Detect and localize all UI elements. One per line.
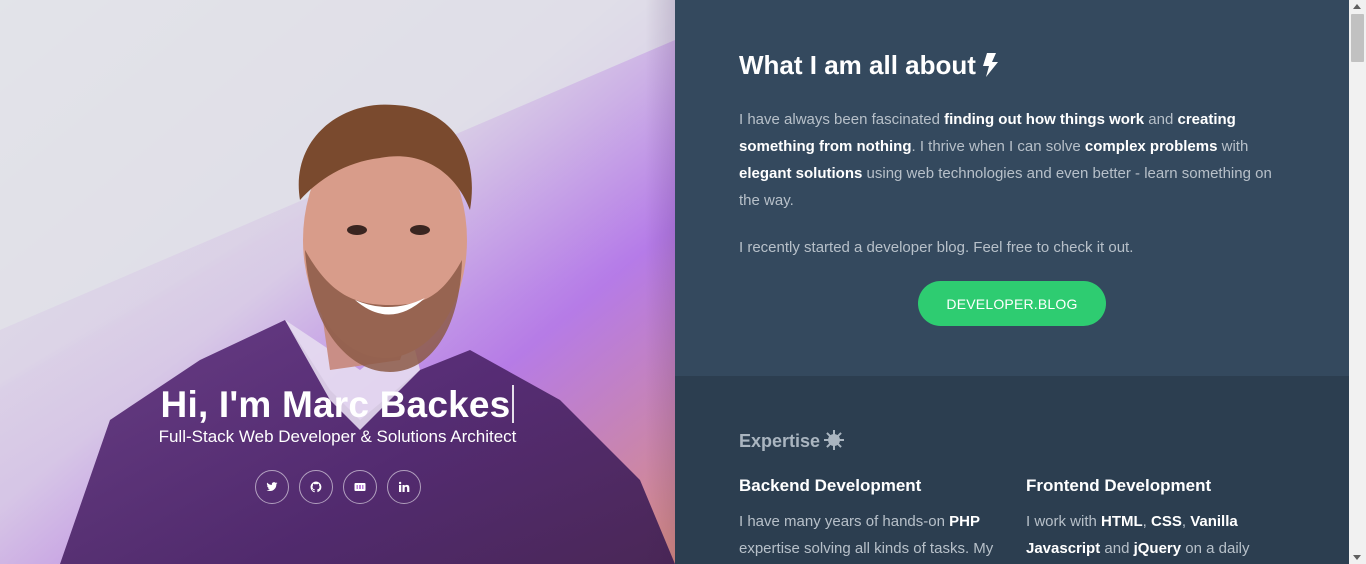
scroll-down-arrow-icon[interactable]	[1353, 555, 1361, 560]
backend-column: Backend Development I have many years of…	[739, 476, 1009, 562]
backend-text: I have many years of hands-on PHP expert…	[739, 513, 994, 557]
scroll-thumb[interactable]	[1351, 14, 1364, 62]
twitter-link[interactable]	[254, 470, 289, 504]
about-section: What I am all about I have always been f…	[675, 0, 1349, 376]
linkedin-link[interactable]	[386, 470, 421, 504]
github-link[interactable]	[298, 470, 333, 504]
about-paragraph-2: I recently started a developer blog. Fee…	[739, 239, 1134, 256]
twitter-icon	[266, 482, 277, 492]
frontend-column: Frontend Development I work with HTML, C…	[1026, 476, 1296, 562]
dev-link[interactable]	[342, 470, 377, 504]
dev-icon	[354, 483, 365, 491]
expertise-section: Expertise Backend Development I have man…	[675, 376, 1349, 564]
github-icon	[310, 481, 321, 493]
frontend-title: Frontend Development	[1026, 476, 1212, 495]
gear-icon	[824, 430, 845, 450]
about-title: What I am all about	[739, 50, 998, 81]
linkedin-icon	[398, 481, 409, 492]
typing-cursor	[512, 385, 515, 423]
scroll-up-arrow-icon[interactable]	[1353, 4, 1361, 9]
frontend-text: I work with HTML, CSS, Vanilla Javascrip…	[1026, 513, 1250, 557]
page-scrollbar[interactable]	[1349, 0, 1366, 564]
lightning-bolt-icon	[982, 53, 998, 77]
hero-greeting: Hi, I'm Marc Backes	[0, 384, 675, 426]
expertise-title: Expertise	[739, 430, 845, 452]
hero-section: Hi, I'm Marc Backes Full-Stack Web Devel…	[0, 0, 675, 564]
developer-blog-button[interactable]: DEVELOPER.BLOG	[918, 281, 1106, 326]
hero-subtitle: Full-Stack Web Developer & Solutions Arc…	[158, 427, 517, 446]
backend-title: Backend Development	[739, 476, 922, 495]
about-paragraph-1: I have always been fascinated finding ou…	[739, 111, 1272, 209]
social-links	[0, 470, 675, 504]
